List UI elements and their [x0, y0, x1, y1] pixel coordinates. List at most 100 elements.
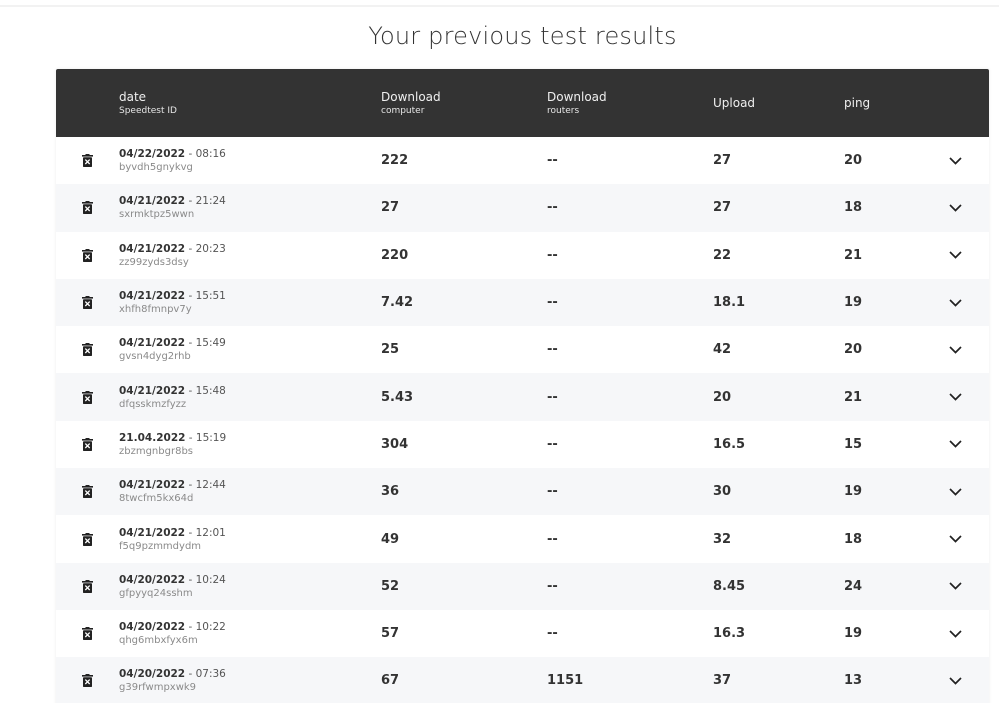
trash-icon [81, 296, 93, 310]
header-upload: Upload [713, 69, 755, 137]
trash-icon [81, 154, 93, 168]
upload-value: 30 [713, 484, 732, 500]
download-computer-value: 67 [381, 673, 400, 689]
download-computer-value: 52 [381, 578, 400, 594]
test-date: 04/20/2022 [119, 573, 186, 586]
header-ping-label: ping [844, 95, 871, 110]
speedtest-id: gfpyyq24sshm [119, 587, 193, 599]
chevron-down-icon [948, 440, 962, 449]
speedtest-id: f5q9pzmmdydm [119, 540, 202, 552]
speedtest-id: zz99zyds3dsy [119, 256, 189, 268]
test-date: 04/20/2022 [119, 621, 186, 634]
delete-button[interactable] [81, 657, 93, 703]
header-download-computer-label: Download [381, 89, 441, 104]
delete-button[interactable] [81, 563, 93, 610]
download-computer-value: 5.43 [381, 389, 414, 405]
ping-value: 19 [844, 626, 863, 642]
speedtest-id: byvdh5gnykvg [119, 162, 193, 174]
table-row: 04/20/2022 - 07:36 g39rfwmpxwk9 67 1151 … [56, 657, 989, 703]
table-row: 21.04.2022 - 15:19 zbzmgnbgr8bs 304 -- 1… [56, 420, 989, 469]
speedtest-id: zbzmgnbgr8bs [119, 445, 193, 457]
expand-row-button[interactable] [946, 279, 964, 326]
expand-row-button[interactable] [946, 421, 964, 468]
upload-value: 16.5 [713, 436, 746, 452]
chevron-down-icon [948, 393, 962, 401]
download-routers-value: -- [547, 342, 558, 358]
table-row: 04/21/2022 - 12:44 8twcfm5kx64d 36 -- 30… [56, 468, 989, 516]
test-datetime: 04/22/2022 - 08:16 [119, 147, 226, 161]
header-download-routers: Download routers [547, 69, 607, 137]
header-download-routers-sublabel: routers [547, 105, 580, 116]
speedtest-id: sxrmktpz5wwn [119, 209, 195, 221]
test-datetime: 04/21/2022 - 12:44 [119, 478, 226, 492]
test-time: - 10:22 [185, 621, 226, 634]
download-routers-value: -- [547, 531, 558, 547]
test-date: 04/21/2022 [119, 242, 186, 255]
trash-icon [81, 674, 93, 688]
ping-value: 18 [844, 531, 863, 547]
download-computer-value: 304 [381, 436, 409, 452]
delete-button[interactable] [81, 279, 93, 326]
date-cell: 04/21/2022 - 12:44 8twcfm5kx64d [119, 468, 226, 515]
expand-row-button[interactable] [946, 373, 964, 420]
test-time: - 15:19 [185, 431, 227, 444]
test-time: - 12:44 [185, 479, 226, 492]
ping-value: 15 [844, 436, 863, 452]
test-date: 21.04.2022 [119, 431, 186, 444]
date-cell: 04/21/2022 - 20:23 zz99zyds3dsy [119, 232, 226, 279]
expand-row-button[interactable] [946, 563, 964, 610]
date-cell: 04/21/2022 - 15:48 dfqsskmzfyzz [119, 373, 226, 420]
delete-button[interactable] [81, 137, 93, 184]
expand-row-button[interactable] [946, 468, 964, 515]
delete-button[interactable] [81, 184, 93, 231]
expand-row-button[interactable] [946, 657, 964, 703]
chevron-down-icon [948, 535, 962, 543]
download-routers-value: -- [547, 295, 558, 311]
expand-row-button[interactable] [946, 232, 964, 279]
delete-button[interactable] [81, 468, 93, 515]
table-body: 04/22/2022 - 08:16 byvdh5gnykvg 222 -- 2… [56, 137, 989, 703]
test-datetime: 04/21/2022 - 15:48 [119, 384, 226, 398]
test-time: - 08:16 [185, 148, 226, 161]
delete-button[interactable] [81, 610, 93, 657]
test-date: 04/22/2022 [119, 148, 186, 161]
expand-row-button[interactable] [946, 610, 964, 657]
upload-value: 42 [713, 342, 732, 358]
delete-button[interactable] [81, 421, 93, 468]
download-computer-value: 220 [381, 247, 409, 263]
expand-row-button[interactable] [946, 326, 964, 373]
test-time: - 15:48 [185, 384, 226, 397]
header-date: date Speedtest ID [119, 69, 177, 137]
chevron-down-icon [948, 204, 962, 212]
expand-row-button[interactable] [946, 137, 964, 184]
ping-value: 18 [844, 200, 863, 216]
chevron-down-icon [948, 346, 962, 354]
delete-button[interactable] [81, 373, 93, 420]
test-time: - 20:23 [185, 242, 226, 255]
trash-icon [81, 248, 93, 262]
trash-icon [81, 627, 93, 641]
delete-button[interactable] [81, 326, 93, 373]
table-row: 04/21/2022 - 12:01 f5q9pzmmdydm 49 -- 32… [56, 515, 989, 563]
download-routers-value: 1151 [547, 673, 584, 689]
download-routers-value: -- [547, 436, 558, 452]
trash-icon [81, 579, 93, 593]
test-datetime: 04/20/2022 - 10:24 [119, 573, 226, 587]
chevron-down-icon [948, 630, 962, 638]
test-time: - 21:24 [185, 195, 226, 208]
test-time: - 15:49 [185, 337, 226, 350]
delete-button[interactable] [81, 232, 93, 279]
table-row: 04/21/2022 - 20:23 zz99zyds3dsy 220 -- 2… [56, 231, 989, 279]
trash-icon [81, 201, 93, 215]
delete-button[interactable] [81, 515, 93, 562]
expand-row-button[interactable] [946, 515, 964, 562]
test-datetime: 04/20/2022 - 10:22 [119, 620, 226, 634]
expand-row-button[interactable] [946, 184, 964, 231]
download-computer-value: 36 [381, 484, 400, 500]
date-cell: 04/20/2022 - 10:22 qhg6mbxfyx6m [119, 610, 226, 657]
chevron-down-icon [948, 582, 962, 591]
upload-value: 32 [713, 531, 732, 547]
test-time: - 15:51 [185, 290, 226, 303]
trash-icon [81, 437, 93, 451]
speedtest-id: xhfh8fmnpv7y [119, 304, 192, 316]
